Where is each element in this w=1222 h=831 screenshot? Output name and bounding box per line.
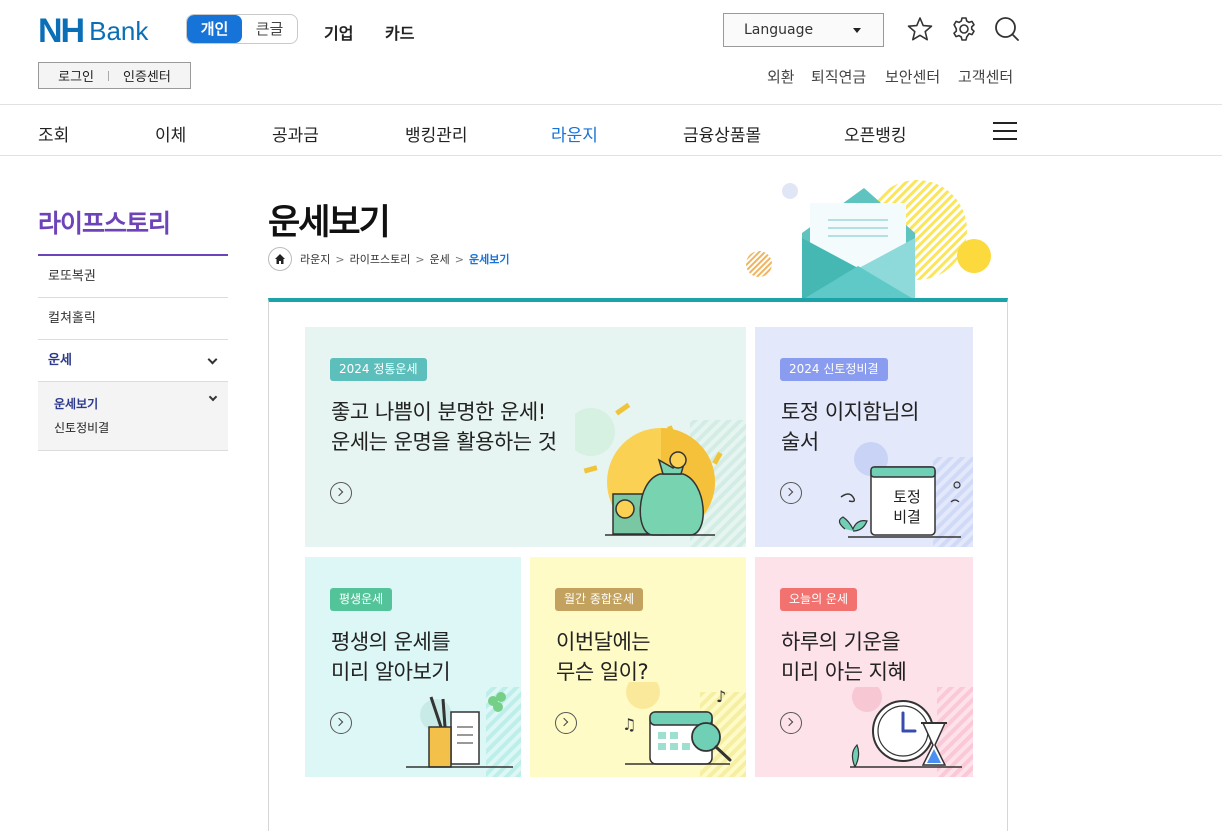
chevron-down-icon [207,354,218,365]
book-label-line: 토정 [893,488,921,506]
gnb-lounge[interactable]: 라운지 [551,121,598,146]
gnb-financial-mall[interactable]: 금융상품몰 [683,121,761,146]
card-title: 평생의 운세를 미리 알아보기 [331,627,451,687]
arrow-right-icon[interactable] [330,712,352,734]
gnb-transfer[interactable]: 이체 [155,121,186,146]
mode-large-text-button[interactable]: 큰글 [242,15,297,43]
fortune-card-lifetime[interactable]: 평생운세 평생의 운세를 미리 알아보기 [305,557,521,777]
logo-nh: NH [38,12,85,50]
clock-hourglass-illustration [850,687,973,777]
lnb-item-fortune[interactable]: 운세 [38,340,228,382]
corporate-link[interactable]: 기업 [324,20,353,44]
hamburger-icon[interactable] [993,122,1017,140]
caret-down-icon [853,28,861,33]
chevron-right-icon: > [454,252,465,266]
card-title-line: 운세는 운명을 활용하는 것 [331,430,557,454]
gnb-inquiry[interactable]: 조회 [38,121,69,146]
fx-link[interactable]: 외환 [767,66,795,87]
lnb-title: 라이프스토리 [38,209,171,238]
card-title: 하루의 기운을 미리 아는 지혜 [781,627,907,687]
fortune-panel: 2024 정통운세 좋고 나쁨이 분명한 운세! 운세는 운명을 활용하는 것 … [268,298,1008,831]
calendar-magnifier-illustration: ♫ ♪ [622,682,746,777]
search-icon[interactable] [993,15,1021,43]
language-select-label: Language [744,22,814,38]
card-title: 이번달에는 무슨 일이? [556,627,651,687]
card-badge: 2024 신토정비결 [780,358,888,381]
svg-text:♪: ♪ [716,687,726,706]
divider [108,70,110,81]
lnb-item-lotto[interactable]: 로또복권 [38,256,228,298]
security-center-link[interactable]: 보안센터 [885,66,940,87]
cert-center-link[interactable]: 인증센터 [123,66,171,85]
language-select[interactable]: Language [723,13,884,47]
lnb-submenu: 운세보기 신토정비결 [38,382,228,451]
view-mode-toggle[interactable]: 개인 큰글 [186,14,298,44]
home-icon[interactable] [268,247,292,271]
gnb-utility-bills[interactable]: 공과금 [272,121,319,146]
arrow-right-icon[interactable] [780,482,802,504]
card-title-line: 미리 알아보기 [331,660,451,684]
card-title-line: 좋고 나쁨이 분명한 운세! [331,400,546,424]
pencil-cup-illustration [406,687,521,777]
lnb-item-fortune-label: 운세 [48,353,72,368]
mode-personal-button[interactable]: 개인 [187,15,242,43]
breadcrumb-fortune[interactable]: 운세 [430,251,450,267]
book-label-line: 비결 [893,508,921,526]
nh-bank-logo[interactable]: NH Bank [38,14,148,48]
breadcrumb-current: 운세보기 [469,253,510,266]
side-nav: 로또복권 컬쳐홀릭 운세 운세보기 신토정비결 [38,254,228,451]
card-title-line: 토정 이지함님의 [781,400,919,424]
pension-link[interactable]: 퇴직연금 [811,66,866,87]
fortune-card-today[interactable]: 오늘의 운세 하루의 기운을 미리 아는 지혜 [755,557,973,777]
gnb-banking-management[interactable]: 뱅킹관리 [405,121,468,146]
breadcrumb-lounge[interactable]: 라운지 [300,251,330,267]
card-title-line: 미리 아는 지혜 [781,660,907,684]
card-link[interactable]: 카드 [385,20,414,44]
arrow-right-icon[interactable] [555,712,577,734]
envelope-illustration [746,180,991,300]
fortune-card-traditional[interactable]: 2024 정통운세 좋고 나쁨이 분명한 운세! 운세는 운명을 활용하는 것 [305,327,746,547]
fortune-card-monthly[interactable]: 월간 종합운세 이번달에는 무슨 일이? ♫ ♪ [530,557,746,777]
login-link[interactable]: 로그인 [58,66,94,85]
chevron-right-icon: > [335,252,345,266]
card-title-line: 이번달에는 [556,630,651,654]
card-title: 좋고 나쁨이 분명한 운세! 운세는 운명을 활용하는 것 [331,397,557,457]
card-badge: 2024 정통운세 [330,358,427,381]
card-badge: 오늘의 운세 [780,588,858,611]
logo-bank: Bank [89,16,149,46]
gnb-open-banking[interactable]: 오픈뱅킹 [844,121,907,146]
arrow-right-icon[interactable] [330,482,352,504]
lnb-item-culture[interactable]: 컬쳐홀릭 [38,298,228,340]
money-bag-illustration [575,402,746,547]
breadcrumb: 라운지 > 라이프스토리 > 운세 > 운세보기 [268,247,510,271]
arrow-right-icon[interactable] [780,712,802,734]
card-title-line: 평생의 운세를 [331,630,451,654]
global-nav: 조회 이체 공과금 뱅킹관리 라운지 금융상품몰 오픈뱅킹 [0,104,1222,156]
card-badge: 월간 종합운세 [555,588,644,611]
chevron-right-icon: > [415,252,425,266]
tojeong-book-label: 토정 비결 [878,487,936,527]
login-cert-box: 로그인 인증센터 [38,62,191,89]
card-badge: 평생운세 [330,588,393,611]
lnb-sub-fortune-view[interactable]: 운세보기 [54,392,228,416]
card-title-line: 하루의 기운을 [781,630,901,654]
fortune-card-tojeong[interactable]: 2024 신토정비결 토정 이지함님의 술서 토정 비결 [755,327,973,547]
customer-center-link[interactable]: 고객센터 [958,66,1013,87]
breadcrumb-lifestory[interactable]: 라이프스토리 [350,251,411,267]
svg-text:♫: ♫ [622,715,636,734]
gear-icon[interactable] [950,15,978,43]
lnb-sub-tojeong[interactable]: 신토정비결 [54,416,228,440]
star-icon[interactable] [906,15,934,43]
page-title: 운세보기 [268,203,391,243]
